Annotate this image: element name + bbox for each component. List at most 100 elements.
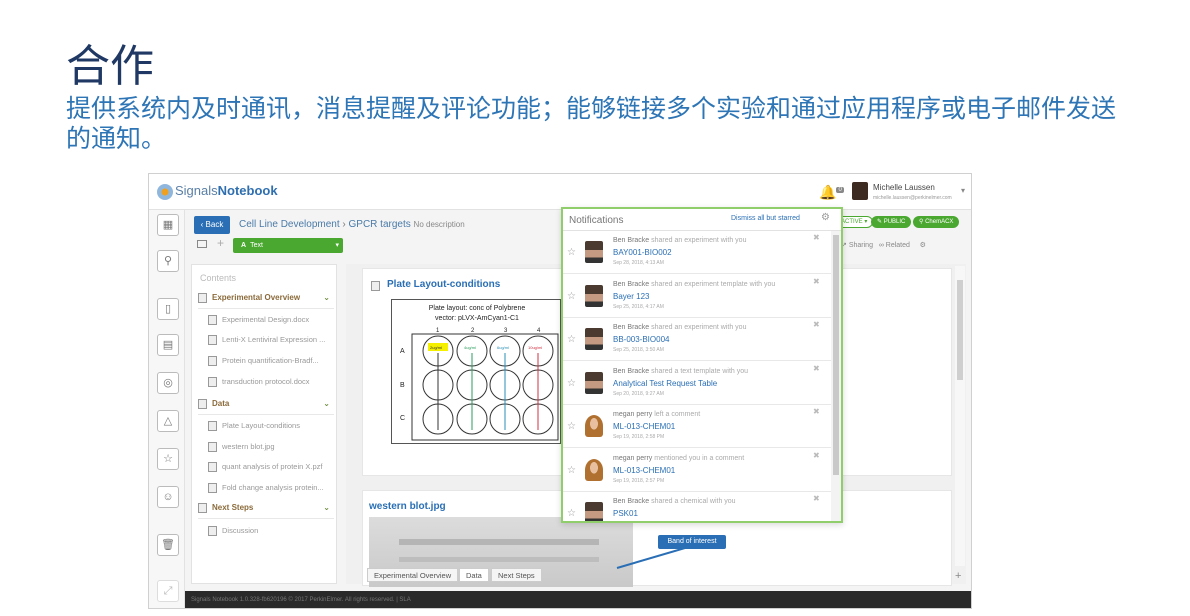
- band-annotation[interactable]: Band of interest: [658, 535, 726, 549]
- back-button[interactable]: ‹ Back: [194, 216, 230, 234]
- notification-sender: megan perry: [613, 454, 653, 462]
- user-avatar[interactable]: [852, 182, 868, 200]
- chemacx-pill[interactable]: ⚲ ChemACX: [913, 216, 960, 228]
- close-icon[interactable]: ✖: [813, 451, 820, 460]
- content-item[interactable]: Lenti-X Lentiviral Expression ...: [208, 335, 332, 351]
- notification-sender: Ben Bracke: [613, 237, 650, 244]
- content-item[interactable]: Discussion: [208, 526, 332, 542]
- user-menu-caret-icon[interactable]: ▾: [961, 186, 965, 195]
- slide-subtitle: 提供系统内及时通讯，消息提醒及评论功能；能够链接多个实验和通过应用程序或电子邮件…: [66, 94, 1117, 153]
- notebook-icon[interactable]: ▯: [157, 298, 179, 320]
- notification-sender: Ben Bracke: [613, 498, 650, 505]
- content-item[interactable]: transduction protocol.docx: [208, 377, 332, 393]
- tab-next-steps[interactable]: Next Steps: [491, 568, 542, 582]
- well-label-1: 2ug/ml: [430, 345, 442, 350]
- canvas-scroll-thumb[interactable]: [957, 280, 963, 380]
- chevron-down-icon: ▾: [335, 242, 339, 249]
- public-pill-label: PUBLIC: [883, 219, 906, 225]
- content-item-label: western blot.jpg: [222, 442, 275, 451]
- content-item-label: Fold change analysis protein...: [222, 483, 324, 492]
- notification-item[interactable]: ☆ Ben Bracke shared a chemical with you PS…: [563, 492, 831, 521]
- dashboard-icon[interactable]: ▦: [157, 214, 179, 236]
- section-experimental-overview[interactable]: Experimental Overview ⌄: [198, 293, 334, 309]
- app-logo[interactable]: SignalsNotebook: [157, 183, 278, 200]
- logo-icon: [157, 183, 173, 200]
- notification-item[interactable]: ☆ Ben Bracke shared a text template with …: [563, 362, 831, 405]
- notification-action: shared a text template with you: [651, 367, 749, 375]
- user-name[interactable]: Michelle Laussen: [873, 183, 935, 192]
- content-item[interactable]: Experimental Design.docx: [208, 315, 332, 331]
- gear-icon[interactable]: ⚙: [821, 212, 830, 223]
- document-icon: [208, 356, 217, 367]
- star-icon[interactable]: ☆: [567, 378, 576, 389]
- notification-target-link[interactable]: ML-013-CHEM01: [613, 466, 675, 475]
- star-icon[interactable]: ☆: [567, 465, 576, 476]
- notification-action: mentioned you in a comment: [654, 454, 745, 462]
- add-icon[interactable]: +: [217, 236, 224, 250]
- notifications-scroll-thumb[interactable]: [833, 235, 839, 475]
- entry-links: ↗ Sharing ∞ Related ⚙: [841, 241, 926, 249]
- search-icon[interactable]: ⚲: [157, 250, 179, 272]
- trash-icon[interactable]: 🗑: [157, 534, 179, 556]
- notification-item[interactable]: ☆ Ben Bracke shared an experiment with yo…: [563, 318, 831, 361]
- breadcrumb-parent[interactable]: Cell Line Development: [239, 219, 340, 230]
- content-item[interactable]: Protein quantification-Bradf...: [208, 356, 332, 372]
- tab-experimental-overview[interactable]: Experimental Overview: [367, 568, 459, 582]
- materials-icon[interactable]: ◎: [157, 372, 179, 394]
- canvas-scrollbar[interactable]: [955, 266, 965, 566]
- close-icon[interactable]: ✖: [813, 233, 820, 242]
- star-icon[interactable]: ☆: [567, 291, 576, 302]
- tab-data[interactable]: Data: [459, 568, 489, 582]
- star-icon[interactable]: ☆: [567, 247, 576, 258]
- notification-target-link[interactable]: Analytical Test Request Table: [613, 379, 717, 388]
- close-icon[interactable]: ✖: [813, 407, 820, 416]
- breadcrumb-current[interactable]: GPCR targets: [349, 219, 411, 230]
- public-pill[interactable]: ✎ PUBLIC: [871, 216, 912, 228]
- notifications-scrollbar[interactable]: [831, 231, 841, 521]
- western-blot-title[interactable]: western blot.jpg: [369, 501, 446, 512]
- notification-sender: megan perry: [613, 411, 653, 418]
- content-item[interactable]: Plate Layout-conditions: [208, 421, 332, 437]
- blot-band: [399, 557, 599, 562]
- dismiss-all-button[interactable]: Dismiss all but starred: [731, 215, 800, 222]
- plate-layout-title[interactable]: Plate Layout-conditions: [387, 279, 500, 290]
- related-link[interactable]: Related: [886, 242, 910, 249]
- contents-panel: Contents Experimental Overview ⌄ Experime…: [191, 264, 337, 584]
- flask-icon[interactable]: △: [157, 410, 179, 432]
- notification-date: Sep 28, 2018, 4:13 AM: [613, 260, 664, 266]
- notification-item[interactable]: ☆ megan perry left a comment ML-013-CHEM01…: [563, 405, 831, 448]
- sharing-link[interactable]: Sharing: [849, 242, 873, 249]
- notification-target-link[interactable]: ML-013-CHEM01: [613, 422, 675, 431]
- notification-target-link[interactable]: PSK01: [613, 509, 638, 518]
- add-tab-icon[interactable]: +: [955, 570, 961, 582]
- close-icon[interactable]: ✖: [813, 320, 820, 329]
- text-insert-button[interactable]: A Text ▾: [233, 238, 343, 253]
- close-icon[interactable]: ✖: [813, 364, 820, 373]
- layout-icon[interactable]: [197, 240, 207, 248]
- settings-gear-icon[interactable]: ⚙: [920, 242, 926, 249]
- expand-icon[interactable]: ⤢: [157, 580, 179, 602]
- user-icon[interactable]: ☺: [157, 486, 179, 508]
- notification-target-link[interactable]: BAY001-BIO002: [613, 248, 672, 257]
- notification-sender: Ben Bracke: [613, 367, 650, 375]
- breadcrumb: ‹ Back Cell Line Development › GPCR targ…: [191, 216, 571, 236]
- star-icon[interactable]: ☆: [157, 448, 179, 470]
- star-icon[interactable]: ☆: [567, 334, 576, 345]
- content-item[interactable]: western blot.jpg: [208, 442, 332, 458]
- star-icon[interactable]: ☆: [567, 508, 576, 519]
- star-icon[interactable]: ☆: [567, 421, 576, 432]
- content-item[interactable]: Fold change analysis protein...: [208, 483, 332, 499]
- clipboard-icon[interactable]: ▤: [157, 334, 179, 356]
- notification-target-link[interactable]: BB-003-BIO004: [613, 335, 669, 344]
- notification-item[interactable]: ☆ megan perry mentioned you in a comment M…: [563, 449, 831, 492]
- section-data[interactable]: Data ⌄: [198, 399, 334, 415]
- bell-icon[interactable]: 🔔 0: [819, 184, 844, 201]
- close-icon[interactable]: ✖: [813, 277, 820, 286]
- section-next-steps[interactable]: Next Steps ⌄: [198, 503, 334, 519]
- notification-item[interactable]: ☆ Ben Bracke shared an experiment with yo…: [563, 231, 831, 274]
- notification-target-link[interactable]: Bayer 123: [613, 292, 649, 301]
- close-icon[interactable]: ✖: [813, 494, 820, 503]
- notification-item[interactable]: ☆ Ben Bracke shared an experiment templat…: [563, 275, 831, 318]
- notifications-title: Notifications: [569, 215, 624, 226]
- content-item[interactable]: quant analysis of protein X.pzf: [208, 462, 332, 478]
